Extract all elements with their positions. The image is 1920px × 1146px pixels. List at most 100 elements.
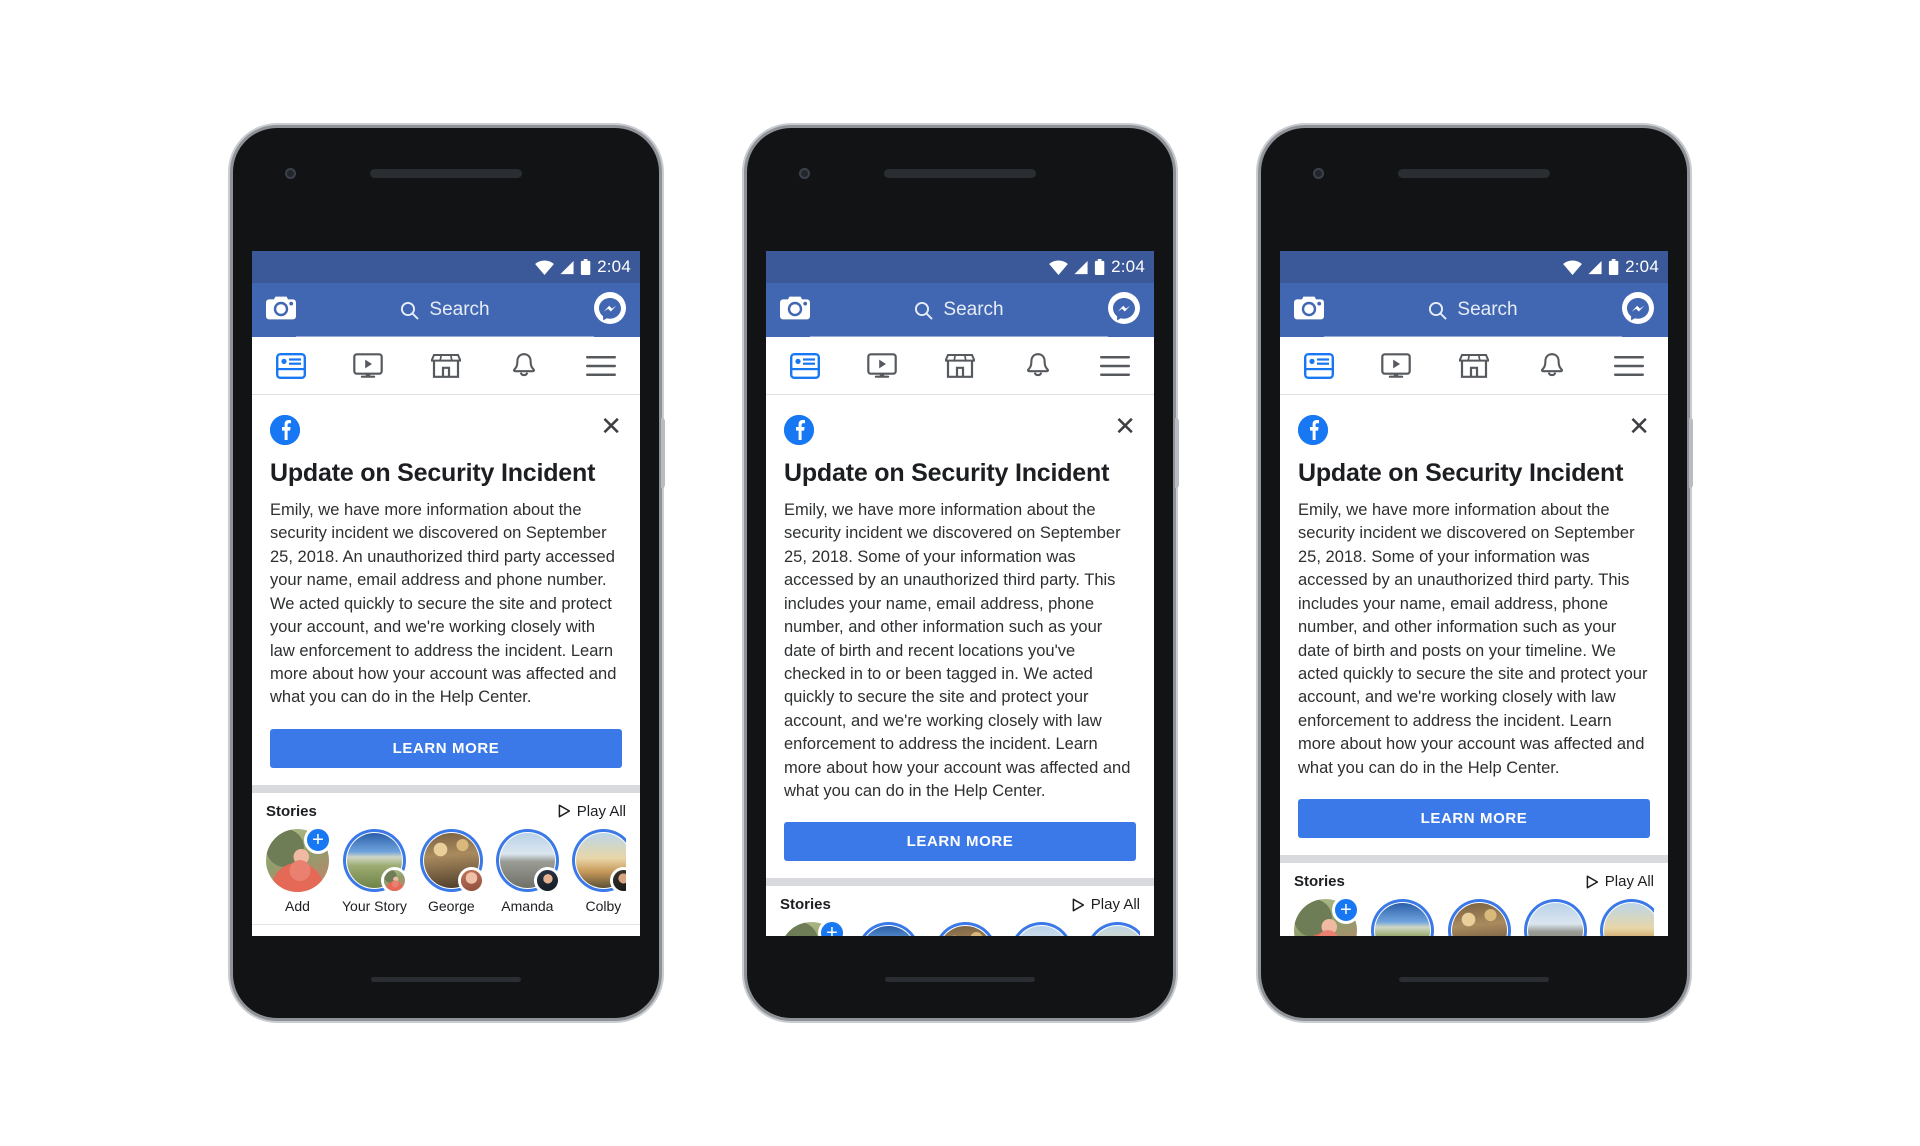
learn-more-button[interactable]: LEARN MORE: [784, 822, 1136, 862]
avatar: [1089, 926, 1140, 936]
sidebar-item-notifications[interactable]: [999, 352, 1077, 379]
avatar: [1013, 926, 1069, 936]
close-icon[interactable]: ✕: [1628, 413, 1650, 439]
sidebar-item-watch[interactable]: [844, 352, 922, 379]
play-all-button[interactable]: Play All: [1586, 873, 1654, 890]
sidebar-item-menu[interactable]: [1590, 355, 1668, 377]
list-item[interactable]: Colby: [1600, 899, 1654, 936]
power-button[interactable]: [661, 418, 665, 488]
add-story-badge[interactable]: +: [818, 922, 846, 936]
front-camera-icon: [1313, 168, 1324, 179]
camera-icon[interactable]: [1294, 295, 1324, 326]
status-icons: [535, 259, 591, 275]
stories-label: Stories: [780, 896, 831, 914]
search-placeholder: Search: [1457, 299, 1518, 320]
status-time: 2:04: [1111, 257, 1145, 276]
power-button[interactable]: [1689, 418, 1693, 488]
search-field[interactable]: Search: [1324, 283, 1622, 337]
list-item[interactable]: Amanda: [1010, 922, 1073, 936]
sidebar-item-marketplace[interactable]: [407, 353, 485, 379]
sidebar-item-marketplace[interactable]: [1435, 353, 1513, 379]
play-all-button[interactable]: Play All: [558, 803, 626, 820]
notice-body: Emily, we have more information about th…: [270, 501, 617, 707]
messenger-icon[interactable]: [1622, 291, 1654, 329]
list-item[interactable]: Your Story: [342, 829, 408, 914]
video-play-icon: [1381, 352, 1412, 378]
sidebar-item-menu[interactable]: [1076, 355, 1154, 377]
sidebar-item-news-feed[interactable]: [766, 352, 844, 379]
list-item[interactable]: + Add: [780, 922, 846, 936]
sidebar-item-marketplace[interactable]: [921, 353, 999, 379]
wifi-icon: [1563, 260, 1582, 275]
stories-section: Stories Play All + Add: [766, 886, 1154, 936]
battery-icon: [1608, 259, 1619, 275]
list-item[interactable]: Colby: [1086, 922, 1140, 936]
signal-icon: [1074, 260, 1088, 275]
messenger-icon[interactable]: [1108, 291, 1140, 329]
search-icon: [401, 301, 420, 320]
nav-bar: Search: [1280, 283, 1668, 337]
list-item[interactable]: + Add: [266, 828, 332, 914]
list-item-label: Amanda: [501, 897, 554, 914]
storefront-icon: [944, 353, 975, 378]
search-placeholder: Search: [429, 299, 490, 320]
list-item[interactable]: Amanda: [496, 829, 561, 914]
list-item[interactable]: George: [934, 922, 997, 936]
search-underline: [1324, 336, 1622, 337]
notice-body: Emily, we have more information about th…: [1298, 501, 1648, 777]
search-icon: [1429, 301, 1448, 320]
hamburger-menu-icon: [586, 355, 617, 376]
sidebar-item-notifications[interactable]: [1513, 352, 1591, 379]
play-triangle-icon: [1586, 875, 1598, 889]
search-field[interactable]: Search: [810, 283, 1108, 337]
sidebar-item-news-feed[interactable]: [1280, 352, 1358, 379]
sidebar-item-news-feed[interactable]: [252, 352, 330, 379]
status-bar: 2:04: [252, 251, 640, 283]
post-composer: What's on your mind? Photo: [252, 924, 640, 936]
sidebar-item-watch[interactable]: [1358, 352, 1436, 379]
security-notice-card: ✕ Update on Security Incident Emily, we …: [1280, 395, 1668, 864]
video-play-icon: [867, 352, 898, 378]
messenger-icon[interactable]: [594, 291, 626, 329]
stories-tray[interactable]: + Add Your Story: [266, 828, 626, 914]
wifi-icon: [1049, 260, 1068, 275]
status-time: 2:04: [1625, 257, 1659, 276]
add-story-badge[interactable]: +: [304, 828, 332, 854]
bottom-speaker: [885, 977, 1035, 982]
power-button[interactable]: [1175, 418, 1179, 488]
storefront-icon: [1458, 353, 1489, 378]
camera-icon[interactable]: [266, 295, 296, 326]
phone-screen-3: 2:04 Search ✕ Update on Security Inciden…: [1280, 251, 1668, 936]
sidebar-item-notifications[interactable]: [485, 352, 563, 379]
list-item[interactable]: Your Story: [856, 922, 921, 936]
page-title: Update on Security Incident: [270, 459, 596, 487]
add-story-badge[interactable]: +: [1332, 899, 1360, 925]
security-notice-card: ✕ Update on Security Incident Emily, we …: [766, 395, 1154, 887]
phone-screen-1: 2:04 Search ✕ Update on Security Inciden…: [252, 251, 640, 936]
learn-more-button[interactable]: LEARN MORE: [270, 728, 622, 768]
list-item[interactable]: + Add: [1294, 899, 1360, 936]
battery-icon: [580, 259, 591, 275]
learn-more-button[interactable]: LEARN MORE: [1298, 799, 1650, 839]
avatar: [860, 926, 916, 936]
sidebar-item-menu[interactable]: [562, 355, 640, 377]
list-item[interactable]: Your Story: [1370, 899, 1435, 936]
facebook-logo-icon: [1298, 415, 1328, 445]
close-icon[interactable]: ✕: [1114, 413, 1136, 439]
earpiece-speaker: [1398, 169, 1550, 178]
stories-section: Stories Play All + Add: [1280, 863, 1668, 936]
list-item[interactable]: George: [420, 829, 485, 914]
three-phone-mockup-scene: 2:04 Search ✕ Update on Security Inciden…: [0, 0, 1920, 1146]
play-all-button[interactable]: Play All: [1072, 896, 1140, 913]
stories-tray[interactable]: + Add Your Story: [780, 922, 1140, 936]
close-icon[interactable]: ✕: [600, 413, 622, 439]
camera-icon[interactable]: [780, 295, 810, 326]
hamburger-menu-icon: [1100, 355, 1131, 376]
phone-mockup-1: 2:04 Search ✕ Update on Security Inciden…: [233, 128, 665, 1018]
list-item[interactable]: Amanda: [1524, 899, 1587, 936]
sidebar-item-watch[interactable]: [330, 352, 408, 379]
search-field[interactable]: Search: [296, 283, 594, 337]
list-item[interactable]: George: [1448, 899, 1511, 936]
list-item[interactable]: Colby: [572, 829, 626, 914]
stories-tray[interactable]: + Add Your Story: [1294, 899, 1654, 936]
